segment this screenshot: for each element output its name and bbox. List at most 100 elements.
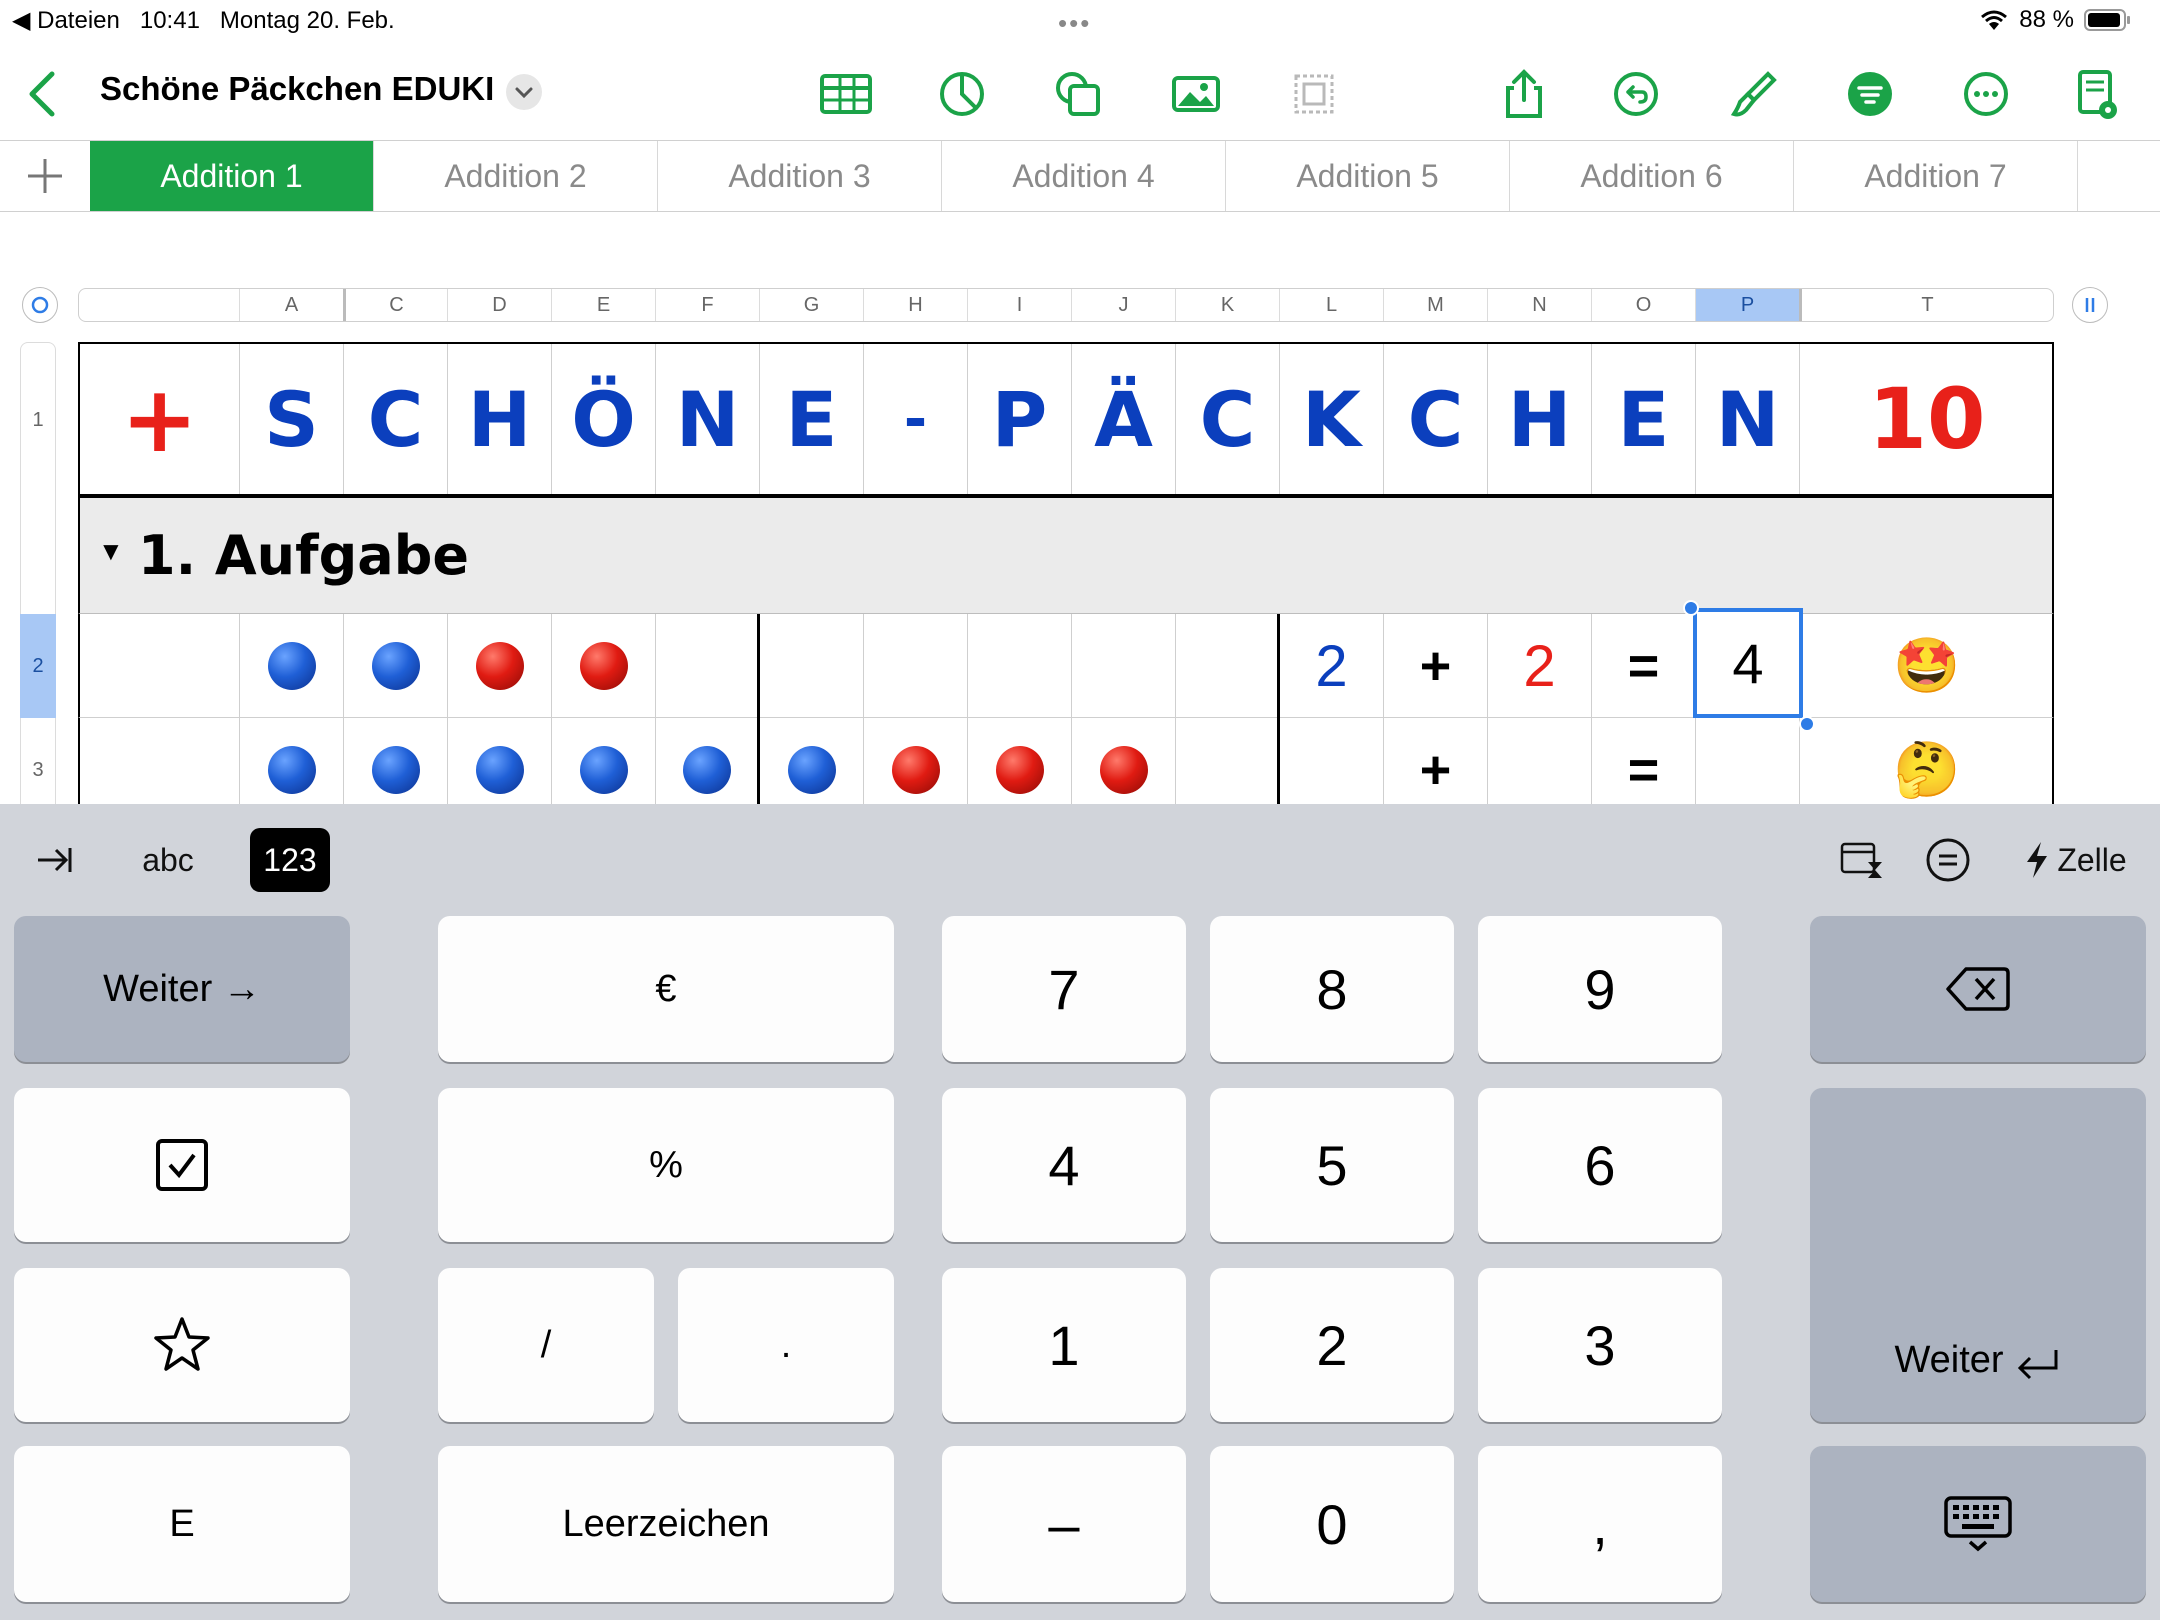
checkbox-key[interactable] bbox=[14, 1088, 350, 1242]
plus-operator-cell[interactable]: + bbox=[1384, 718, 1488, 804]
delete-key[interactable] bbox=[1810, 916, 2146, 1062]
column-header[interactable]: A bbox=[239, 289, 343, 321]
second-addend-cell[interactable] bbox=[1488, 718, 1592, 804]
column-header[interactable]: M bbox=[1383, 289, 1487, 321]
cell[interactable] bbox=[656, 718, 760, 804]
title-menu-button[interactable] bbox=[506, 74, 542, 110]
column-handle-button[interactable] bbox=[2072, 287, 2108, 323]
tab-addition-1[interactable]: Addition 1 bbox=[90, 141, 374, 211]
star-rating-key[interactable] bbox=[14, 1268, 350, 1422]
title-letter-cell[interactable]: E bbox=[760, 344, 864, 494]
title-letter-cell[interactable]: C bbox=[344, 344, 448, 494]
title-letter-cell[interactable]: Ö bbox=[552, 344, 656, 494]
date-time-button[interactable] bbox=[1832, 828, 1892, 892]
cell[interactable] bbox=[1072, 718, 1176, 804]
title-letter-cell[interactable]: P bbox=[968, 344, 1072, 494]
digit-0-key[interactable]: 0 bbox=[1210, 1446, 1454, 1602]
digit-5-key[interactable]: 5 bbox=[1210, 1088, 1454, 1242]
column-header[interactable]: D bbox=[447, 289, 551, 321]
second-addend-cell[interactable]: 2 bbox=[1488, 614, 1592, 718]
arrange-button[interactable] bbox=[1284, 64, 1344, 124]
tab-addition-6[interactable]: Addition 6 bbox=[1510, 141, 1794, 211]
cell[interactable] bbox=[552, 614, 656, 718]
disclosure-triangle-icon[interactable]: ▼ bbox=[98, 536, 124, 567]
percent-key[interactable]: % bbox=[438, 1088, 894, 1242]
title-letter-cell[interactable]: N bbox=[1696, 344, 1800, 494]
title-letter-cell[interactable]: K bbox=[1280, 344, 1384, 494]
column-header[interactable]: L bbox=[1279, 289, 1383, 321]
title-letter-cell[interactable]: E bbox=[1592, 344, 1696, 494]
back-to-app-link[interactable]: ◀ Dateien bbox=[12, 6, 120, 35]
result-cell[interactable] bbox=[1696, 718, 1800, 804]
column-header[interactable]: N bbox=[1487, 289, 1591, 321]
digit-9-key[interactable]: 9 bbox=[1478, 916, 1722, 1062]
tab-addition-5[interactable]: Addition 5 bbox=[1226, 141, 1510, 211]
row-header[interactable]: 1 bbox=[20, 342, 56, 498]
column-header[interactable]: F bbox=[655, 289, 759, 321]
plus-operator-cell[interactable]: + bbox=[1384, 614, 1488, 718]
insert-chart-button[interactable] bbox=[932, 64, 992, 124]
column-header[interactable]: H bbox=[863, 289, 967, 321]
equals-cell[interactable]: = bbox=[1592, 718, 1696, 804]
space-key[interactable]: Leerzeichen bbox=[438, 1446, 894, 1602]
cell[interactable] bbox=[240, 614, 344, 718]
tab-addition-7[interactable]: Addition 7 bbox=[1794, 141, 2078, 211]
selection-handle-top[interactable] bbox=[1683, 600, 1699, 616]
cell[interactable] bbox=[344, 614, 448, 718]
tab-addition-4[interactable]: Addition 4 bbox=[942, 141, 1226, 211]
title-letter-cell[interactable]: H bbox=[448, 344, 552, 494]
add-sheet-button[interactable] bbox=[0, 141, 90, 211]
numeric-keyboard-tab[interactable]: 123 bbox=[250, 828, 330, 892]
column-header[interactable]: G bbox=[759, 289, 863, 321]
insert-media-button[interactable] bbox=[1166, 64, 1226, 124]
return-key[interactable]: Weiter bbox=[1810, 1088, 2146, 1422]
title-letter-cell[interactable]: H bbox=[1488, 344, 1592, 494]
number-cell[interactable]: 10 bbox=[1800, 344, 2054, 494]
title-letter-cell[interactable]: C bbox=[1176, 344, 1280, 494]
column-header[interactable]: O bbox=[1591, 289, 1695, 321]
digit-3-key[interactable]: 3 bbox=[1478, 1268, 1722, 1422]
format-brush-button[interactable] bbox=[1724, 64, 1784, 124]
result-cell-selected[interactable]: 4 bbox=[1693, 608, 1803, 718]
column-header[interactable]: J bbox=[1071, 289, 1175, 321]
column-header[interactable]: E bbox=[551, 289, 655, 321]
slash-key[interactable]: / bbox=[438, 1268, 654, 1422]
first-addend-cell[interactable] bbox=[1280, 718, 1384, 804]
cell[interactable] bbox=[968, 614, 1072, 718]
formula-button[interactable] bbox=[1918, 828, 1978, 892]
cell[interactable] bbox=[1072, 614, 1176, 718]
digit-6-key[interactable]: 6 bbox=[1478, 1088, 1722, 1242]
cell[interactable] bbox=[968, 718, 1072, 804]
title-letter-cell[interactable]: N bbox=[656, 344, 760, 494]
cell[interactable] bbox=[240, 718, 344, 804]
euro-key[interactable]: € bbox=[438, 916, 894, 1062]
column-header[interactable]: K bbox=[1175, 289, 1279, 321]
exponent-key[interactable]: E bbox=[14, 1446, 350, 1602]
column-header-selected[interactable]: P bbox=[1695, 289, 1799, 321]
document-title[interactable]: Schöne Päckchen EDUKI bbox=[100, 70, 494, 108]
multitasking-dots-icon[interactable]: ••• bbox=[1058, 8, 1091, 39]
column-header[interactable]: C bbox=[343, 289, 447, 321]
tab-addition-2[interactable]: Addition 2 bbox=[374, 141, 658, 211]
tab-addition-3[interactable]: Addition 3 bbox=[658, 141, 942, 211]
insert-table-button[interactable] bbox=[816, 64, 876, 124]
more-button[interactable] bbox=[1956, 64, 2016, 124]
select-table-button[interactable] bbox=[22, 287, 58, 323]
cell[interactable] bbox=[448, 718, 552, 804]
row-header-selected[interactable]: 2 bbox=[20, 614, 56, 718]
cell[interactable] bbox=[448, 614, 552, 718]
cell-actions-button[interactable]: Zelle bbox=[2010, 828, 2140, 892]
cell[interactable] bbox=[864, 718, 968, 804]
plus-sign-cell[interactable]: + bbox=[80, 344, 240, 494]
title-letter-cell[interactable]: - bbox=[864, 344, 968, 494]
selection-handle-bottom[interactable] bbox=[1799, 716, 1815, 732]
cell[interactable] bbox=[552, 718, 656, 804]
cell[interactable] bbox=[760, 614, 864, 718]
title-letter-cell[interactable]: C bbox=[1384, 344, 1488, 494]
digit-1-key[interactable]: 1 bbox=[942, 1268, 1186, 1422]
cell[interactable] bbox=[80, 718, 240, 804]
first-addend-cell[interactable]: 2 bbox=[1280, 614, 1384, 718]
abc-keyboard-tab[interactable]: abc bbox=[122, 828, 214, 892]
insert-shape-button[interactable] bbox=[1048, 64, 1108, 124]
organize-button[interactable] bbox=[1840, 64, 1900, 124]
